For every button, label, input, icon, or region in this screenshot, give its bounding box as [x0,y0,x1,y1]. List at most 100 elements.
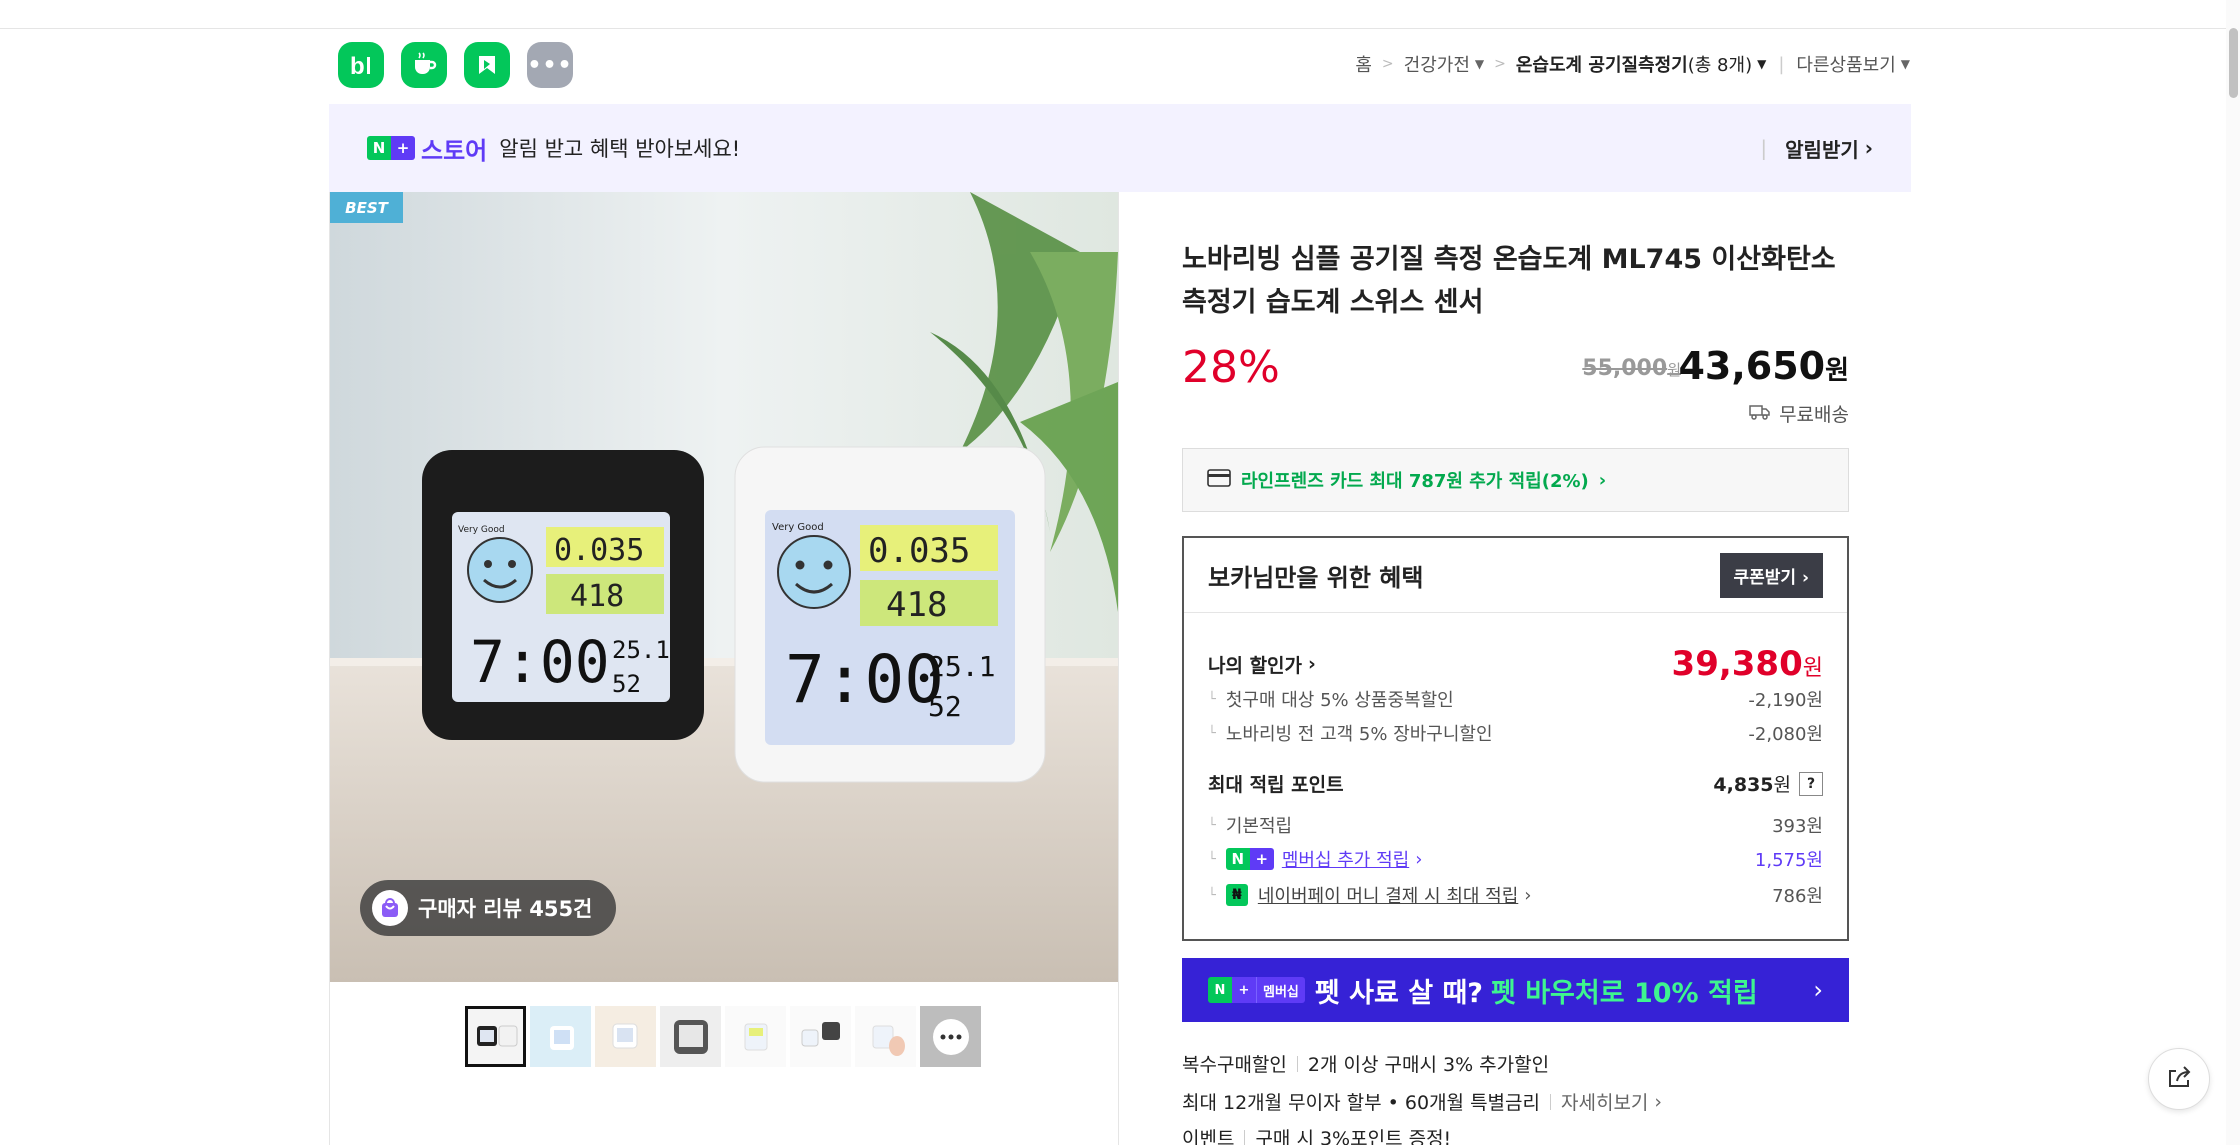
sale-price: 43,650원 [1678,344,1849,388]
more-thumbnails-icon[interactable] [920,1006,981,1067]
my-price-label[interactable]: 나의 할인가 [1208,651,1302,678]
discount-value: -2,080원 [1748,724,1823,745]
coupon-button[interactable]: 쿠폰받기 › [1719,552,1823,598]
thumbnail[interactable] [790,1006,851,1067]
pet-voucher-banner[interactable]: N + 멤버십 펫 사료 살 때? 펫 바우처로 10% 적립 › [1182,958,1849,1022]
best-badge: BEST [330,192,403,223]
store-message: 알림 받고 혜택 받아보세요! [499,137,741,161]
points-value-unit: 원 [1773,774,1791,796]
breadcrumb-separator: > [1494,56,1506,72]
review-count-pill[interactable]: 구매자 리뷰 455건 [360,880,617,936]
share-button[interactable] [2148,1048,2210,1110]
page-scrollbar[interactable] [2226,0,2240,1145]
store-notify-banner: N + 스토어 알림 받고 혜택 받아보세요! | 알림받기 › [329,104,1911,192]
thumbnail-strip [465,1006,981,1067]
divider: | [1778,53,1785,75]
notify-label: 알림받기 [1785,137,1859,162]
extra-info-row: 이벤트 구매 시 3%포인트 증정! [1182,1124,1451,1145]
breadcrumb-home[interactable]: 홈 [1355,51,1372,77]
points-row: 최대 적립 포인트 4,835원 ? [1208,770,1823,797]
chevron-right-icon[interactable]: › [1308,653,1316,675]
share-icon [2165,1063,2193,1095]
pet-banner-question: 펫 사료 살 때? [1314,977,1483,1009]
my-price-unit: 원 [1802,656,1823,681]
chevron-right-icon[interactable]: › [1654,1091,1662,1113]
credit-card-icon [1207,468,1231,492]
thumbnail[interactable] [660,1006,721,1067]
product-main-image[interactable]: 0.035 418 7:00 25.1 52 Very Good 0.035 4… [330,192,1118,982]
sub-item-mark: └ [1208,887,1216,903]
scrollbar-thumb[interactable] [2229,28,2238,98]
member-benefit-box: 보카님만을 위한 혜택 쿠폰받기 › 나의 할인가 › 39,380원 └ 첫구… [1182,536,1849,941]
divider [1296,1055,1298,1072]
breadcrumb-current[interactable]: 온습도계 공기질측정기 [1516,51,1688,77]
sale-price-value: 43,650 [1678,344,1826,388]
cafe-app-icon[interactable] [401,42,447,88]
notify-button[interactable]: | 알림받기 › [1760,134,1873,163]
lcd-temp: 25.1 [928,650,995,683]
svg-text:b: b [350,53,365,80]
product-title: 노바리빙 심플 공기질 측정 온습도계 ML745 이산화탄소 측정기 습도계 … [1182,244,1836,318]
sub-item-mark: └ [1208,691,1216,707]
thumbnail[interactable] [725,1006,786,1067]
chevron-right-icon: › [1813,976,1823,1004]
card-benefit-box[interactable]: 라인프렌즈 카드 최대 787원 추가 적립(2%) › [1182,448,1849,512]
divider [1550,1093,1551,1110]
divider [1244,1129,1246,1145]
thumbnail[interactable] [855,1006,916,1067]
chevron-right-icon: › [1598,469,1607,491]
card-benefit-text: 라인프렌즈 카드 최대 787원 추가 적립(2%) [1241,471,1589,492]
thumbnail[interactable] [465,1006,526,1067]
extra-key: 복수구매할인 [1182,1054,1287,1076]
point-row: └ ₦ 네이버페이 머니 결제 시 최대 적립 › 786원 [1208,882,1823,908]
benefit-title: 보카님만을 위한 혜택 [1208,563,1424,592]
point-row: └ N + 멤버십 추가 적립 › 1,575원 [1208,846,1823,872]
shopping-bag-icon [372,890,408,926]
points-value: 4,835원 [1713,770,1791,797]
lcd-status: Very Good [772,522,824,533]
naver-pay-icon: ₦ [1225,884,1248,906]
points-label: 최대 적립 포인트 [1208,774,1344,796]
benefit-header: 보카님만을 위한 혜택 쿠폰받기 › [1184,538,1847,613]
naver-plus-membership-badge: N + 멤버십 [1208,977,1305,1003]
discount-row: └ 노바리빙 전 고객 5% 장바구니할인 -2,080원 [1208,720,1823,746]
shipping-info: 무료배송 [1749,400,1849,427]
lcd-status: Very Good [458,525,505,535]
detail-link[interactable]: 자세히보기 [1561,1088,1648,1115]
sub-item-mark: └ [1208,817,1216,833]
discount-row: └ 첫구매 대상 5% 상품중복할인 -2,190원 [1208,686,1823,712]
original-price: 55,000원 [1582,356,1681,381]
discount-label: 노바리빙 전 고객 5% 장바구니할인 [1225,724,1493,745]
naver-plus-badge: N + [1225,848,1274,870]
lcd-temp: 25.1 [612,636,670,664]
extra-info-row: 복수구매할인 2개 이상 구매시 3% 추가할인 [1182,1050,1549,1077]
lcd-time: 7:00 [470,628,610,696]
chevron-right-icon[interactable]: › [1524,885,1531,906]
discount-value: -2,190원 [1748,690,1823,711]
membership-point-link[interactable]: 멤버십 추가 적립 [1282,846,1409,872]
thumbnail[interactable] [530,1006,591,1067]
extra-value: 2개 이상 구매시 3% 추가할인 [1307,1054,1550,1076]
breadcrumb-category[interactable]: 건강가전 [1404,51,1470,77]
store-label: 스토어 [421,136,488,165]
more-apps-icon[interactable]: ••• [527,42,573,88]
chevron-right-icon[interactable]: › [1415,849,1422,870]
breadcrumb-other[interactable]: 다른상품보기 [1796,51,1895,77]
my-price: 39,380원 [1672,644,1823,684]
breadcrumb: 홈 > 건강가전 ▼ > 온습도계 공기질측정기 (총 8개) ▼ | 다른상품… [1355,51,1910,77]
help-question-icon[interactable]: ? [1799,771,1823,796]
caret-down-icon[interactable]: ▼ [1475,57,1484,71]
blog-app-icon[interactable]: b [338,42,384,88]
point-value: 786원 [1772,886,1823,907]
lcd-tvoc-value: 0.035 [868,531,970,571]
extra-key: 최대 12개월 무이자 할부 • 60개월 특별금리 [1182,1092,1540,1114]
npay-point-link[interactable]: 네이버페이 머니 결제 시 최대 적립 [1258,882,1518,908]
naver-plus-badge: N + [367,136,415,160]
lcd-time: 7:00 [785,641,944,718]
original-price-value: 55,000 [1582,356,1668,381]
thumbnail[interactable] [595,1006,656,1067]
caret-down-icon[interactable]: ▼ [1757,57,1766,71]
shopping-app-icon[interactable] [464,42,510,88]
caret-down-icon[interactable]: ▼ [1901,57,1910,71]
extra-info-row: 최대 12개월 무이자 할부 • 60개월 특별금리 자세히보기 › [1182,1088,1662,1115]
